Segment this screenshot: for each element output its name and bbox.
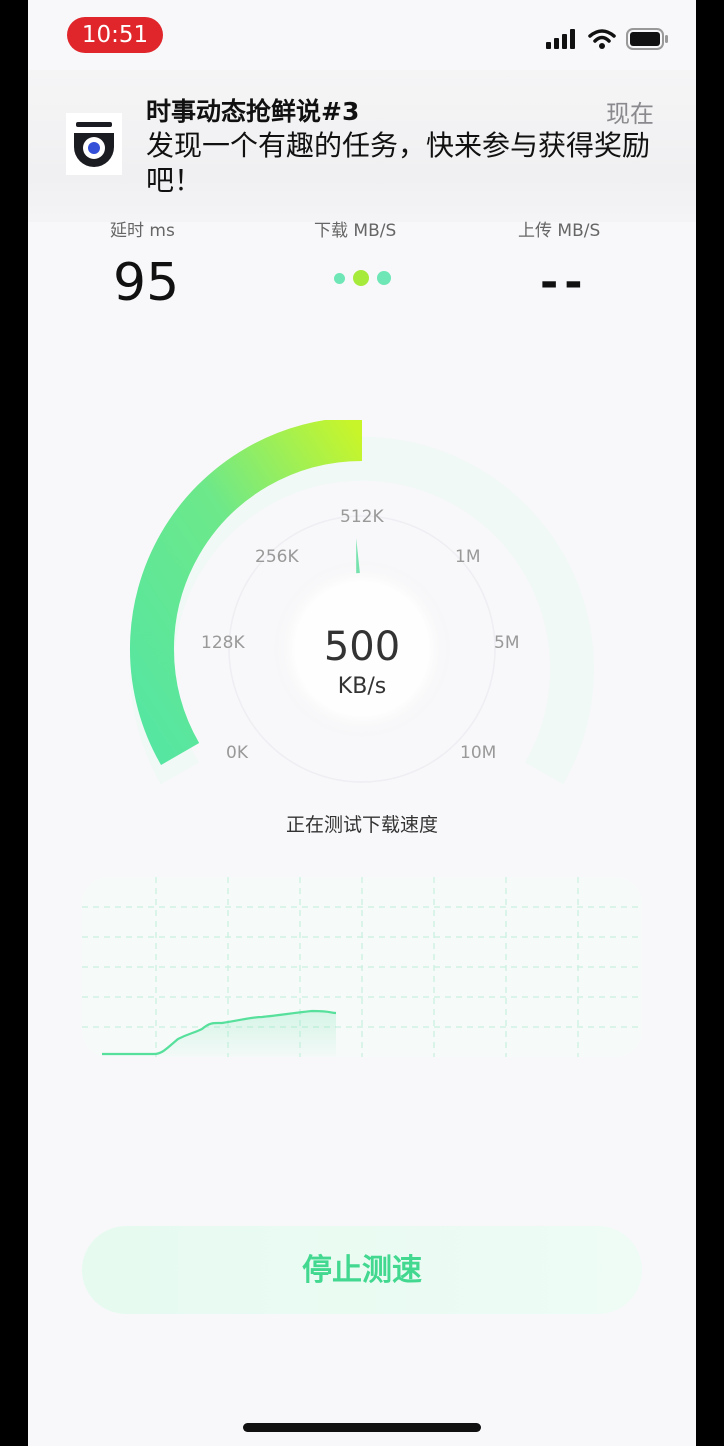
- status-bar: 10:51: [0, 0, 724, 70]
- latency-value: 95: [113, 253, 180, 313]
- gauge-speed-value: 500: [323, 624, 401, 670]
- gauge-tick-label: 5M: [494, 633, 520, 653]
- speed-gauge: [129, 420, 594, 785]
- gauge-speed-unit: KB/s: [337, 674, 387, 699]
- gauge-tick-label: 256K: [255, 547, 299, 567]
- notification-title: 时事动态抢鲜说#3: [146, 97, 360, 126]
- latency-metric: 延时 ms 95: [110, 216, 310, 313]
- loading-dots-icon: [334, 270, 391, 286]
- gauge-tick-label: 128K: [201, 633, 245, 653]
- latency-label: 延时 ms: [110, 221, 175, 241]
- battery-icon: [626, 28, 668, 50]
- wifi-icon: [588, 29, 616, 49]
- notification-banner[interactable]: 时事动态抢鲜说#3 现在 发现一个有趣的任务，快来参与获得奖励吧！: [28, 70, 696, 222]
- gauge-tick-label: 512K: [340, 507, 384, 527]
- download-label: 下载 MB/S: [314, 221, 397, 241]
- upload-value: --: [540, 257, 589, 308]
- speed-history-area: [102, 1011, 336, 1057]
- signal-icon: [546, 29, 575, 49]
- status-time[interactable]: 10:51: [67, 17, 163, 53]
- gauge-tick-label: 0K: [226, 743, 248, 763]
- system-icons: [546, 28, 668, 50]
- stop-test-button[interactable]: 停止测速: [82, 1226, 642, 1314]
- app-logo-icon: [66, 113, 122, 175]
- notification-body: 发现一个有趣的任务，快来参与获得奖励吧！: [146, 129, 651, 197]
- gauge-needle: [356, 538, 360, 574]
- home-indicator[interactable]: [243, 1423, 481, 1432]
- test-status-text: 正在测试下载速度: [285, 814, 438, 836]
- download-metric: 下载 MB/S: [314, 216, 514, 241]
- speed-history-graph: [82, 877, 642, 1057]
- gauge-tick-label: 1M: [455, 547, 481, 567]
- upload-metric: 上传 MB/S --: [518, 216, 718, 308]
- notification-time: 现在: [606, 100, 654, 128]
- loading-dot: [353, 270, 369, 286]
- loading-dot: [334, 272, 345, 284]
- upload-label: 上传 MB/S: [518, 221, 601, 241]
- gauge-tick-label: 10M: [460, 743, 497, 763]
- loading-dot: [377, 271, 391, 285]
